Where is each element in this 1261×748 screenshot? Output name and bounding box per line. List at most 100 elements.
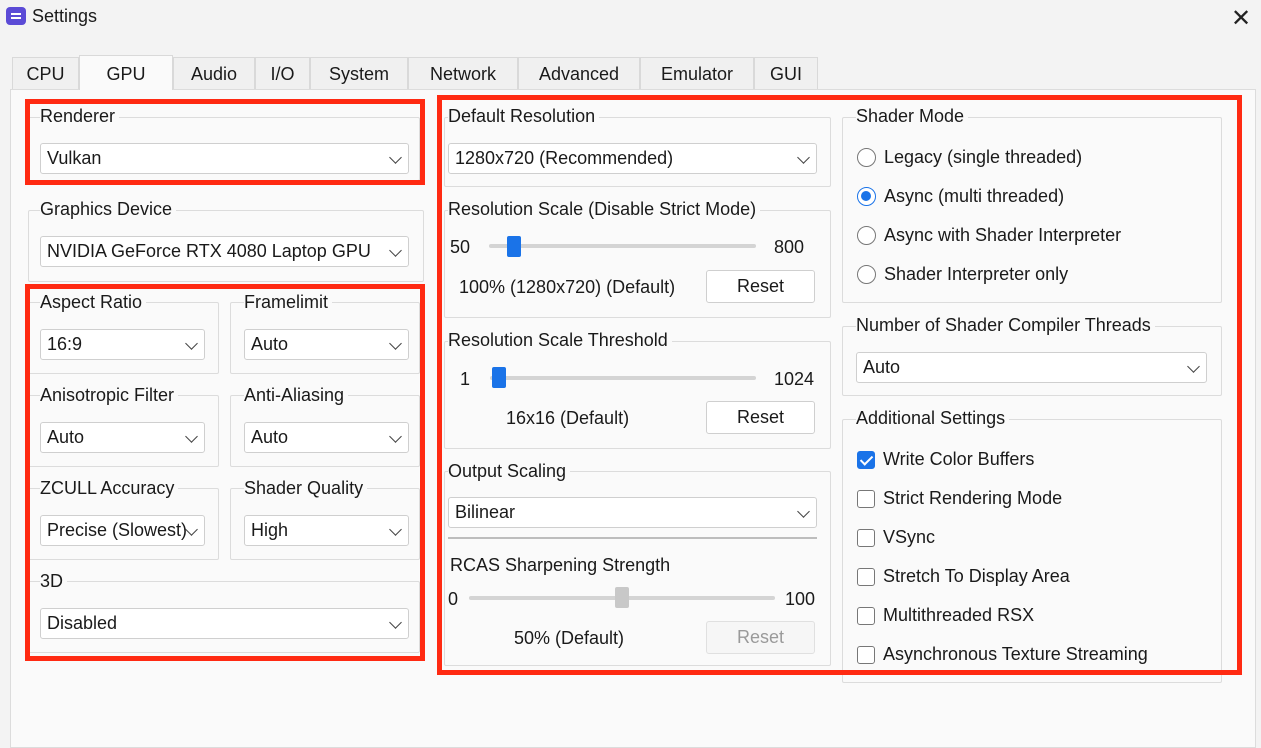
resolution-threshold-thumb[interactable] [492, 367, 507, 388]
three-d-select[interactable]: Disabled [40, 608, 409, 639]
rcas-max: 100 [785, 589, 816, 609]
framelimit-value: Auto [251, 334, 289, 354]
antialiasing-select[interactable]: Auto [244, 422, 409, 453]
anisotropic-label: Anisotropic Filter [40, 385, 179, 406]
resolution-threshold-label: Resolution Scale Threshold [448, 330, 672, 351]
vsync-label: VSync [883, 527, 936, 547]
antialiasing-label: Anti-Aliasing [244, 385, 349, 406]
tab-audio[interactable]: Audio [173, 57, 255, 90]
close-icon[interactable]: ✕ [1221, 0, 1261, 36]
output-scaling-select[interactable]: Bilinear [448, 497, 817, 528]
tab-advanced[interactable]: Advanced [518, 57, 640, 90]
strict-rendering-mode-checkbox[interactable] [857, 490, 875, 508]
shader-mode-async-label: Async (multi threaded) [884, 186, 1065, 206]
rcas-reset-button[interactable]: Reset [706, 621, 815, 654]
renderer-select[interactable]: Vulkan [40, 143, 409, 174]
chevron-down-icon [797, 151, 810, 164]
resolution-scale-value: 100% (1280x720) (Default) [459, 277, 676, 297]
compiler-threads-select[interactable]: Auto [856, 352, 1207, 383]
anisotropic-value: Auto [47, 427, 85, 447]
shader-mode-interpreter-radio[interactable] [857, 265, 876, 284]
compiler-threads-value: Auto [863, 357, 901, 377]
shader-mode-async-interpreter-label: Async with Shader Interpreter [884, 225, 1122, 245]
chevron-down-icon [185, 337, 198, 350]
anisotropic-select[interactable]: Auto [40, 422, 205, 453]
graphics-device-select[interactable]: NVIDIA GeForce RTX 4080 Laptop GPU [40, 236, 409, 267]
graphics-device-label: Graphics Device [40, 199, 177, 220]
rcas-thumb[interactable] [615, 587, 629, 608]
shader-mode-legacy-radio[interactable] [857, 148, 876, 167]
stretch-to-display-checkbox[interactable] [857, 568, 875, 586]
tab-cpu[interactable]: CPU [12, 57, 79, 90]
output-scaling-value: Bilinear [455, 502, 516, 522]
shader-mode-async-interpreter-radio[interactable] [857, 226, 876, 245]
additional-settings-label: Additional Settings [856, 408, 1010, 429]
renderer-value: Vulkan [47, 148, 102, 168]
framelimit-select[interactable]: Auto [244, 329, 409, 360]
resolution-scale-label: Resolution Scale (Disable Strict Mode) [448, 199, 761, 220]
output-scaling-divider [448, 537, 817, 539]
graphics-device-value: NVIDIA GeForce RTX 4080 Laptop GPU [47, 241, 371, 261]
chevron-down-icon [389, 616, 402, 629]
three-d-label: 3D [40, 571, 68, 592]
antialiasing-value: Auto [251, 427, 289, 447]
multithreaded-rsx-label: Multithreaded RSX [883, 605, 1035, 625]
resolution-scale-max: 800 [774, 237, 805, 257]
async-texture-streaming-checkbox[interactable] [857, 646, 875, 664]
window-title: Settings [32, 6, 98, 26]
chevron-down-icon [389, 523, 402, 536]
resolution-scale-thumb[interactable] [506, 236, 521, 257]
tab-gui[interactable]: GUI [754, 57, 818, 90]
resolution-threshold-reset-button[interactable]: Reset [706, 401, 815, 434]
multithreaded-rsx-checkbox[interactable] [857, 607, 875, 625]
output-scaling-label: Output Scaling [448, 461, 571, 482]
chevron-down-icon [797, 505, 810, 518]
aspect-ratio-label: Aspect Ratio [40, 292, 147, 313]
tab-emulator[interactable]: Emulator [640, 57, 754, 90]
async-texture-streaming-label: Asynchronous Texture Streaming [883, 644, 1148, 664]
shader-mode-interpreter-label: Shader Interpreter only [884, 264, 1069, 284]
rcas-min: 0 [448, 589, 459, 609]
strict-rendering-mode-label: Strict Rendering Mode [883, 488, 1063, 508]
vsync-checkbox[interactable] [857, 529, 875, 547]
resolution-scale-track[interactable] [489, 244, 756, 248]
chevron-down-icon [1187, 360, 1200, 373]
chevron-down-icon [185, 430, 198, 443]
default-resolution-select[interactable]: 1280x720 (Recommended) [448, 143, 817, 174]
resolution-threshold-track[interactable] [490, 376, 756, 380]
write-color-buffers-checkbox[interactable] [857, 451, 875, 469]
tab-network[interactable]: Network [408, 57, 518, 90]
zcull-select[interactable]: Precise (Slowest) [40, 515, 205, 546]
three-d-value: Disabled [47, 613, 118, 633]
chevron-down-icon [389, 151, 402, 164]
tab-io[interactable]: I/O [255, 57, 310, 90]
shader-mode-label: Shader Mode [856, 106, 969, 127]
compiler-threads-label: Number of Shader Compiler Threads [856, 315, 1155, 336]
chevron-down-icon [389, 337, 402, 350]
shader-mode-async-radio[interactable] [857, 187, 876, 206]
chevron-down-icon [389, 430, 402, 443]
resolution-scale-reset-button[interactable]: Reset [706, 270, 815, 303]
aspect-ratio-select[interactable]: 16:9 [40, 329, 205, 360]
zcull-value: Precise (Slowest) [47, 520, 188, 540]
rcas-value: 50% (Default) [514, 628, 625, 648]
shader-quality-value: High [251, 520, 289, 540]
renderer-label: Renderer [40, 106, 120, 127]
shader-quality-select[interactable]: High [244, 515, 409, 546]
resolution-threshold-min: 1 [460, 369, 471, 389]
aspect-ratio-value: 16:9 [47, 334, 83, 354]
default-resolution-value: 1280x720 (Recommended) [455, 148, 674, 168]
write-color-buffers-label: Write Color Buffers [883, 449, 1035, 469]
rcas-label: RCAS Sharpening Strength [450, 555, 671, 575]
shader-mode-legacy-label: Legacy (single threaded) [884, 147, 1083, 167]
zcull-label: ZCULL Accuracy [40, 478, 179, 499]
tab-gpu[interactable]: GPU [79, 55, 173, 90]
chevron-down-icon [389, 244, 402, 257]
shader-quality-label: Shader Quality [244, 478, 368, 499]
resolution-threshold-value: 16x16 (Default) [506, 408, 630, 428]
default-resolution-label: Default Resolution [448, 106, 600, 127]
title-bar: Settings ✕ [0, 0, 1261, 40]
resolution-scale-min: 50 [450, 237, 471, 257]
stretch-to-display-label: Stretch To Display Area [883, 566, 1070, 586]
tab-system[interactable]: System [310, 57, 408, 90]
